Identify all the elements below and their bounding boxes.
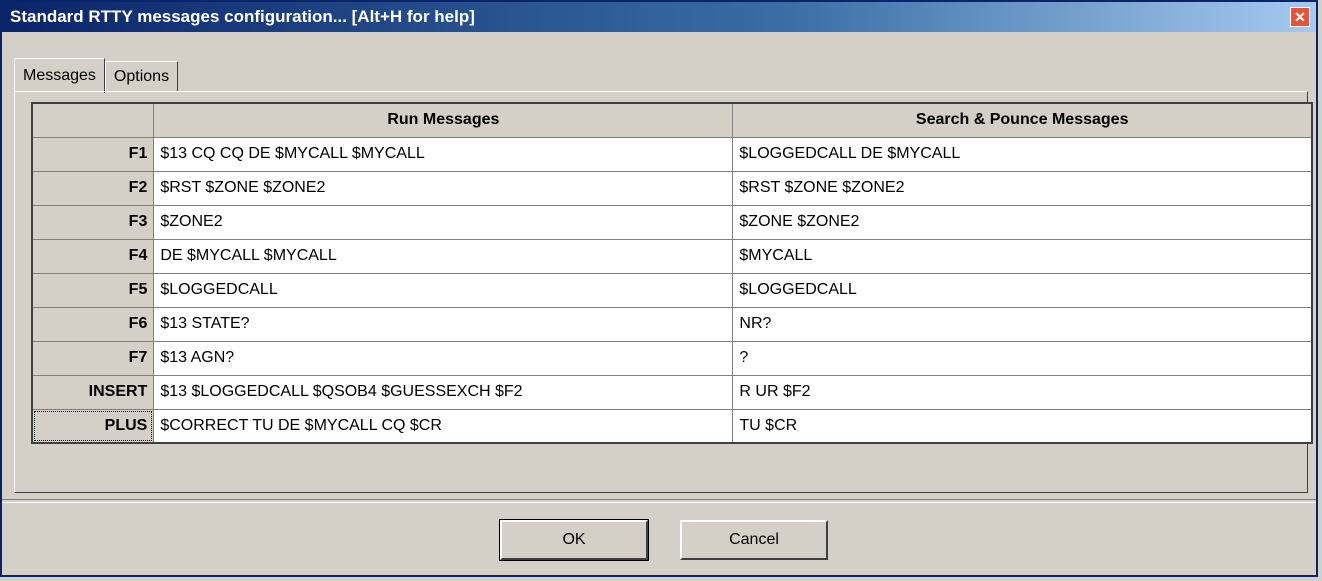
- sp-message-cell[interactable]: NR?: [732, 306, 1313, 342]
- messages-panel: Run Messages Search & Pounce Messages F1…: [14, 91, 1313, 493]
- tab-messages[interactable]: Messages: [14, 58, 105, 93]
- row-key: INSERT: [31, 374, 155, 410]
- table-row: PLUS $CORRECT TU DE $MYCALL CQ $CR TU $C…: [31, 408, 1313, 444]
- corner-cell: [31, 102, 155, 138]
- row-key: F3: [31, 204, 155, 240]
- run-message-cell[interactable]: $13 $LOGGEDCALL $QSOB4 $GUESSEXCH $F2: [153, 374, 734, 410]
- sp-message-cell[interactable]: R UR $F2: [732, 374, 1313, 410]
- tab-strip: Messages Options: [14, 58, 179, 93]
- table-row: F1 $13 CQ CQ DE $MYCALL $MYCALL $LOGGEDC…: [31, 136, 1313, 172]
- sp-message-cell[interactable]: ?: [732, 340, 1313, 376]
- table-row: F4 DE $MYCALL $MYCALL $MYCALL: [31, 238, 1313, 274]
- table-row: F3 $ZONE2 $ZONE $ZONE2: [31, 204, 1313, 240]
- table-row: F6 $13 STATE? NR?: [31, 306, 1313, 342]
- title-bar: Standard RTTY messages configuration... …: [2, 2, 1316, 32]
- row-key: F7: [31, 340, 155, 376]
- row-key: F2: [31, 170, 155, 206]
- tab-options[interactable]: Options: [104, 61, 179, 92]
- cancel-button[interactable]: Cancel: [680, 520, 828, 560]
- row-key: F6: [31, 306, 155, 342]
- run-message-cell[interactable]: DE $MYCALL $MYCALL: [153, 238, 734, 274]
- sp-message-cell[interactable]: TU $CR: [732, 408, 1313, 444]
- table-row: F7 $13 AGN? ?: [31, 340, 1313, 376]
- sp-messages-header: Search & Pounce Messages: [732, 102, 1313, 138]
- run-message-cell[interactable]: $LOGGEDCALL: [153, 272, 734, 308]
- row-key: PLUS: [31, 408, 155, 444]
- row-key: F4: [31, 238, 155, 274]
- run-message-cell[interactable]: $RST $ZONE $ZONE2: [153, 170, 734, 206]
- run-message-cell[interactable]: $13 AGN?: [153, 340, 734, 376]
- sp-message-cell[interactable]: $LOGGEDCALL: [732, 272, 1313, 308]
- sp-message-cell[interactable]: $MYCALL: [732, 238, 1313, 274]
- window-title: Standard RTTY messages configuration... …: [10, 7, 475, 26]
- dialog-window: Standard RTTY messages configuration... …: [0, 0, 1318, 577]
- messages-table: Run Messages Search & Pounce Messages F1…: [31, 102, 1313, 444]
- ok-button[interactable]: OK: [499, 519, 649, 561]
- table-row: F5 $LOGGEDCALL $LOGGEDCALL: [31, 272, 1313, 308]
- close-icon[interactable]: ✕: [1290, 7, 1310, 27]
- table-header-row: Run Messages Search & Pounce Messages: [31, 102, 1313, 138]
- sp-message-cell[interactable]: $RST $ZONE $ZONE2: [732, 170, 1313, 206]
- run-messages-header: Run Messages: [153, 102, 734, 138]
- row-key: F5: [31, 272, 155, 308]
- sp-message-cell[interactable]: $ZONE $ZONE2: [732, 204, 1313, 240]
- table-row: F2 $RST $ZONE $ZONE2 $RST $ZONE $ZONE2: [31, 170, 1313, 206]
- table-row: INSERT $13 $LOGGEDCALL $QSOB4 $GUESSEXCH…: [31, 374, 1313, 410]
- run-message-cell[interactable]: $13 CQ CQ DE $MYCALL $MYCALL: [153, 136, 734, 172]
- row-key: F1: [31, 136, 155, 172]
- run-message-cell[interactable]: $13 STATE?: [153, 306, 734, 342]
- run-message-cell[interactable]: $CORRECT TU DE $MYCALL CQ $CR: [153, 408, 734, 444]
- sp-message-cell[interactable]: $LOGGEDCALL DE $MYCALL: [732, 136, 1313, 172]
- divider: [2, 499, 1316, 503]
- run-message-cell[interactable]: $ZONE2: [153, 204, 734, 240]
